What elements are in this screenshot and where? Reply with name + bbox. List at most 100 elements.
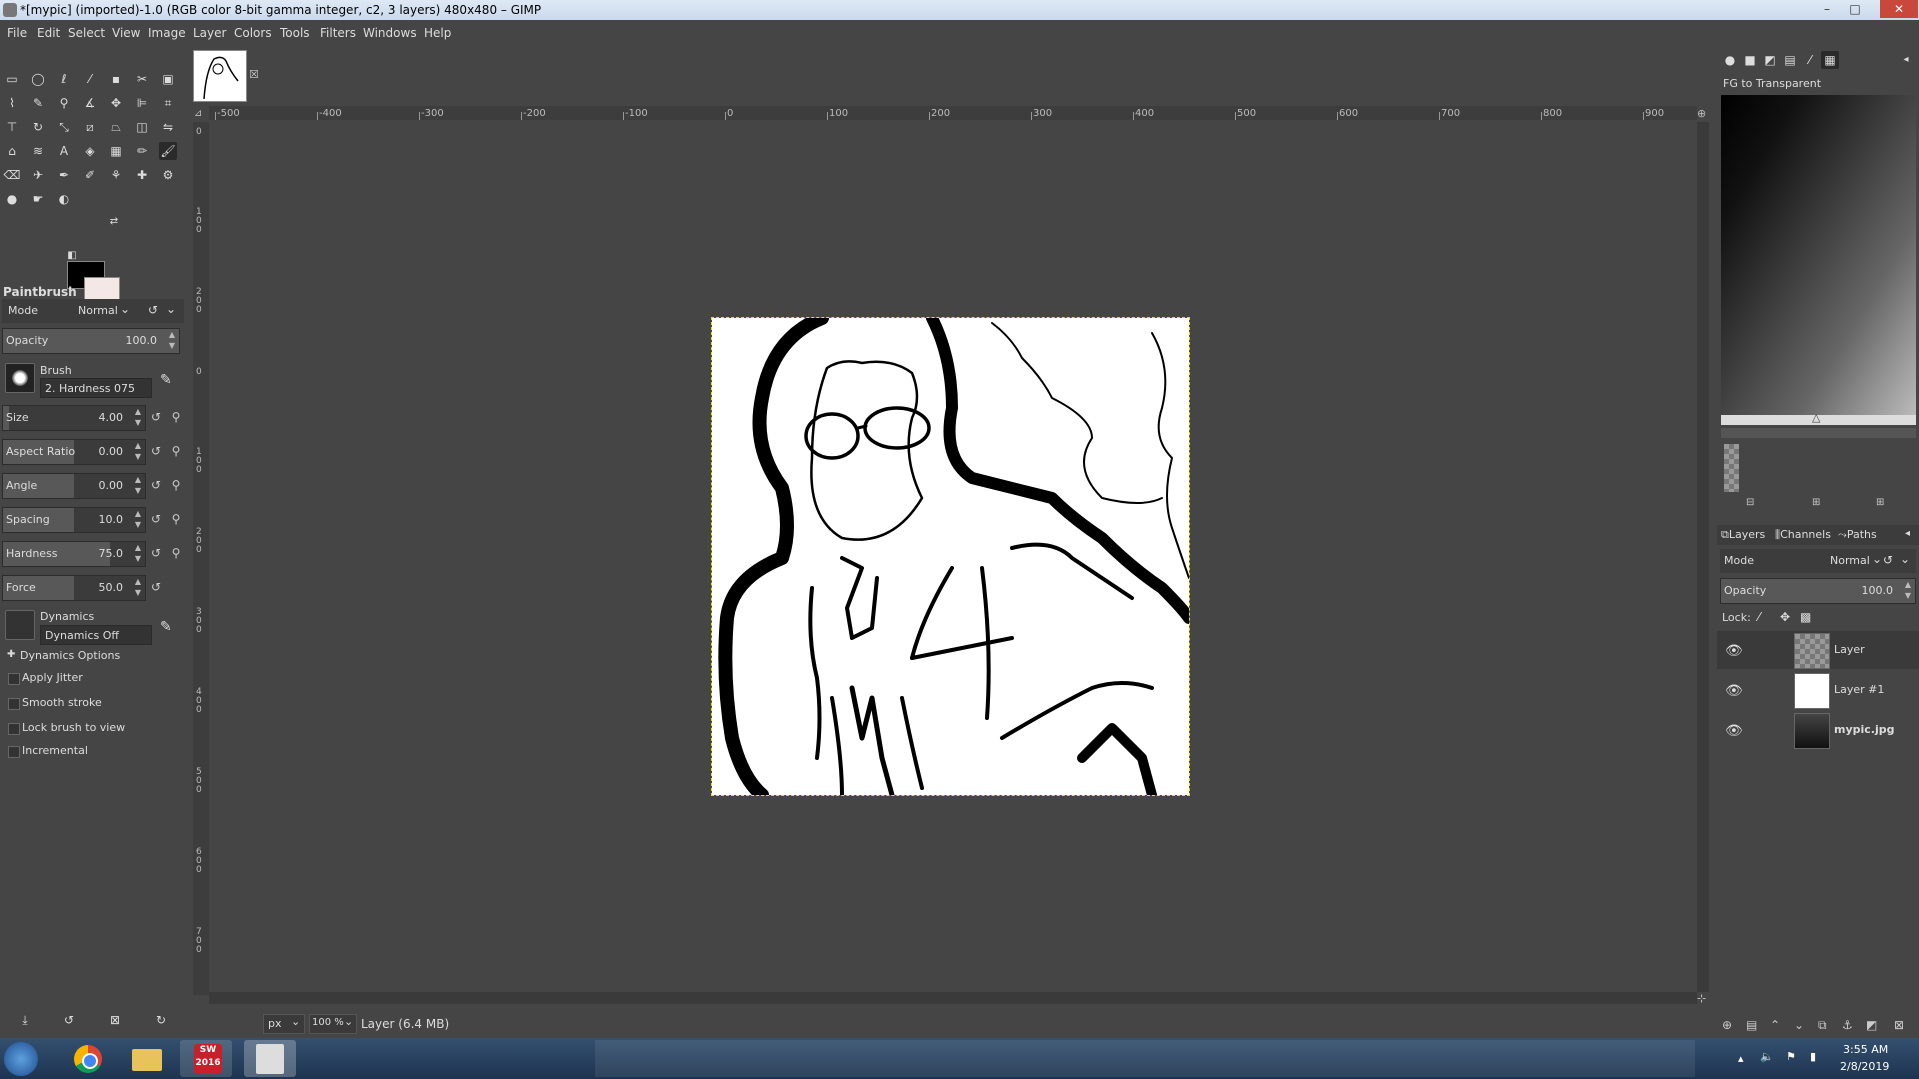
visibility-eye-icon[interactable]: 👁 xyxy=(1725,723,1743,739)
perspective-clone-icon[interactable]: ⚙ xyxy=(159,166,177,184)
close-tab-icon[interactable]: ☒ xyxy=(249,68,259,81)
solidworks-taskbar-icon[interactable]: SW 2016 xyxy=(180,1040,232,1077)
force-slider[interactable]: Force 50.0 ▲ ▼ xyxy=(2,575,146,601)
layer-row[interactable]: 👁 Layer #1 xyxy=(1717,671,1919,709)
gimp-taskbar-icon[interactable] xyxy=(244,1040,296,1077)
warp-transform-icon[interactable]: ≋ xyxy=(29,142,47,160)
edit-brush-icon[interactable]: ✎ xyxy=(160,372,172,388)
brushes-tab-icon[interactable]: ● xyxy=(1721,51,1739,69)
gradient-icon[interactable]: ▦ xyxy=(107,142,125,160)
lower-layer-icon[interactable]: ⌄ xyxy=(1794,1018,1804,1032)
bucket-fill-icon[interactable]: ◈ xyxy=(81,142,99,160)
eraser-icon[interactable]: ⌫ xyxy=(3,166,21,184)
edit-dynamics-icon[interactable]: ✎ xyxy=(160,619,172,635)
menu-edit[interactable]: Edit xyxy=(37,26,60,40)
reset-value-icon[interactable]: ↺ xyxy=(148,443,164,459)
layer-mode-select[interactable]: Normal xyxy=(1830,554,1870,567)
chevron-down-icon[interactable]: ⌄ xyxy=(1872,552,1882,566)
perspective-icon[interactable]: ⏢ xyxy=(107,118,125,136)
zoom-icon[interactable]: ⚲ xyxy=(55,94,73,112)
clock-time[interactable]: 3:55 AM xyxy=(1843,1043,1888,1056)
new-layer-group-icon[interactable]: ▤ xyxy=(1746,1018,1757,1032)
gradients-tab-icon[interactable]: ▦ xyxy=(1821,51,1839,69)
mypaint-brush-icon[interactable]: ✐ xyxy=(81,166,99,184)
link-pressure-icon[interactable]: ⚲ xyxy=(168,409,184,425)
duplicate-layer-icon[interactable]: ⧉ xyxy=(1818,1018,1827,1033)
gradient-thumbnail[interactable] xyxy=(1724,444,1739,492)
navigate-icon[interactable]: ⊹ xyxy=(1697,992,1706,1005)
spin-arrows-icon[interactable]: ▲ ▼ xyxy=(135,508,141,530)
link-pressure-icon[interactable]: ⚲ xyxy=(168,511,184,527)
smooth-stroke-checkbox[interactable] xyxy=(8,698,20,710)
clone-icon[interactable]: ⚘ xyxy=(107,166,125,184)
chevron-down-icon[interactable]: ⌄ xyxy=(166,302,176,316)
save-options-icon[interactable]: ⤓ xyxy=(16,1011,34,1029)
crop-icon[interactable]: ⌗ xyxy=(159,94,177,112)
brush-name-field[interactable]: 2. Hardness 075 xyxy=(40,378,152,398)
ink-icon[interactable]: ✒ xyxy=(55,166,73,184)
tab-menu-icon[interactable]: ◂ xyxy=(1897,51,1915,69)
spin-arrows-icon[interactable]: ▲ ▼ xyxy=(135,406,141,428)
delete-options-icon[interactable]: ⊠ xyxy=(106,1011,124,1029)
dodge-burn-icon[interactable]: ◐ xyxy=(55,190,73,208)
reset-value-icon[interactable]: ↺ xyxy=(148,477,164,493)
fuzzy-select-icon[interactable]: ⁄ xyxy=(81,70,99,88)
smudge-icon[interactable]: ☛ xyxy=(29,190,47,208)
maximize-button[interactable]: □ xyxy=(1843,0,1867,18)
incremental-checkbox[interactable] xyxy=(8,746,20,758)
reset-mode-icon[interactable]: ↺ xyxy=(1883,553,1893,567)
link-pressure-icon[interactable]: ⚲ xyxy=(168,443,184,459)
foreground-select-icon[interactable]: ▣ xyxy=(159,70,177,88)
shear-icon[interactable]: ⧄ xyxy=(81,118,99,136)
gradient-scrollbar[interactable] xyxy=(1721,428,1916,438)
paintbrush-icon[interactable]: 🖌 xyxy=(159,142,177,160)
spin-arrows-icon[interactable]: ▲ ▼ xyxy=(169,329,175,351)
scale-icon[interactable]: ⤡ xyxy=(55,118,73,136)
mask-layer-icon[interactable]: ◩ xyxy=(1866,1018,1877,1032)
paths-icon[interactable]: ⌇ xyxy=(3,94,21,112)
spacing-slider[interactable]: Spacing 10.0 ▲ ▼ xyxy=(2,507,146,533)
ellipse-select-icon[interactable]: ◯ xyxy=(29,70,47,88)
layer-opacity-slider[interactable]: Opacity 100.0 ▲ ▼ xyxy=(1720,578,1916,604)
layer-row[interactable]: 👁 mypic.jpg xyxy=(1717,711,1919,749)
restore-options-icon[interactable]: ↺ xyxy=(60,1011,78,1029)
text-icon[interactable]: A xyxy=(55,142,73,160)
image-canvas[interactable] xyxy=(711,311,1195,802)
reset-value-icon[interactable]: ↺ xyxy=(148,579,164,595)
brush-preview[interactable] xyxy=(5,363,35,393)
unit-select[interactable]: px ⌄ xyxy=(263,1014,305,1034)
raise-layer-icon[interactable]: ⌃ xyxy=(1770,1018,1780,1032)
menu-select[interactable]: Select xyxy=(68,26,105,40)
vertical-scrollbar[interactable] xyxy=(1697,122,1709,992)
tab-layers[interactable]: ⧉Layers xyxy=(1721,528,1765,542)
link-pressure-icon[interactable]: ⚲ xyxy=(168,477,184,493)
opacity-slider[interactable]: Opacity 100.0 ▲ ▼ xyxy=(2,328,180,354)
chevron-down-icon[interactable]: ⌄ xyxy=(1900,552,1910,566)
measure-icon[interactable]: ∡ xyxy=(81,94,99,112)
reset-value-icon[interactable]: ↺ xyxy=(148,545,164,561)
reset-value-icon[interactable]: ↺ xyxy=(148,409,164,425)
scissors-icon[interactable]: ✂ xyxy=(133,70,151,88)
visibility-eye-icon[interactable]: 👁 xyxy=(1725,643,1743,659)
layer-row[interactable]: 👁 Layer xyxy=(1717,631,1919,669)
tab-menu-icon[interactable]: ◂ xyxy=(1905,528,1910,539)
lock-pixels-icon[interactable]: ⁄ xyxy=(1758,610,1760,624)
reset-value-icon[interactable]: ↺ xyxy=(148,511,164,527)
flip-icon[interactable]: ⇋ xyxy=(159,118,177,136)
unified-transform-icon[interactable]: ⊤ xyxy=(3,118,21,136)
link-pressure-icon[interactable]: ⚲ xyxy=(168,545,184,561)
angle-slider[interactable]: Angle 0.00 ▲ ▼ xyxy=(2,473,146,499)
3d-transform-icon[interactable]: ◫ xyxy=(133,118,151,136)
spin-arrows-icon[interactable]: ▲ ▼ xyxy=(135,576,141,598)
flag-icon[interactable]: ⚑ xyxy=(1786,1050,1796,1063)
lock-brush-checkbox[interactable] xyxy=(8,723,20,735)
dynamics-options-expander[interactable]: Dynamics Options xyxy=(20,649,120,662)
start-button-icon[interactable] xyxy=(4,1042,38,1076)
aspect-ratio-slider[interactable]: Aspect Ratio 0.00 ▲ ▼ xyxy=(2,439,146,465)
image-tab-thumbnail[interactable] xyxy=(193,50,247,102)
expand-plus-icon[interactable]: ✚ xyxy=(7,649,15,660)
color-picker-icon[interactable]: ✎ xyxy=(29,94,47,112)
lock-alpha-icon[interactable]: ▩ xyxy=(1800,610,1811,624)
rect-select-icon[interactable]: ▭ xyxy=(3,70,21,88)
align-icon[interactable]: ⊫ xyxy=(133,94,151,112)
